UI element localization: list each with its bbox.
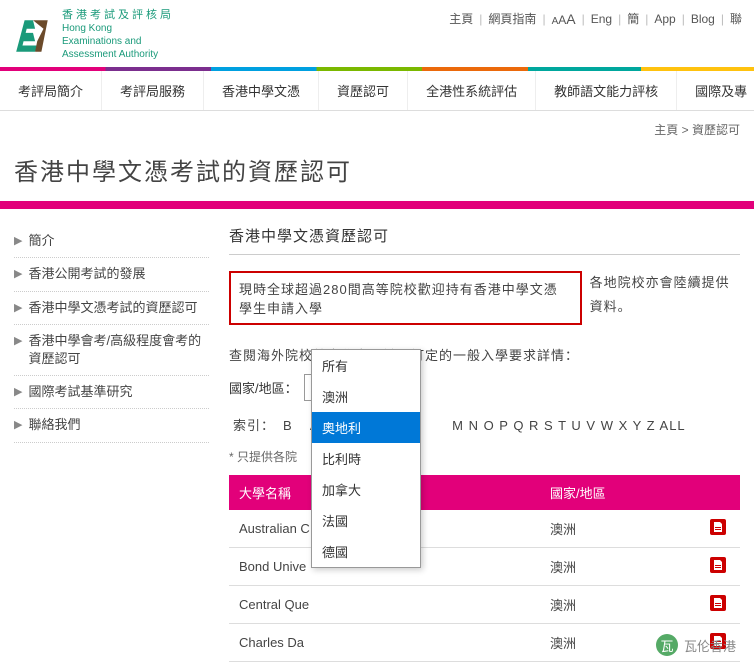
dropdown-option[interactable]: 加拿大	[312, 474, 420, 505]
alpha-index: 索引：B A M N O P Q R S T U V W X Y Z ALL	[229, 415, 740, 434]
watermark: 瓦 瓦伦香港	[656, 634, 736, 656]
dropdown-option[interactable]: 比利時	[312, 443, 420, 474]
country-dropdown-list: 所有澳洲奧地利比利時加拿大法國德國	[311, 349, 421, 568]
table-row: Australian C澳洲	[229, 510, 740, 548]
pdf-icon	[710, 595, 726, 611]
chevron-right-icon: ▶	[14, 234, 22, 249]
notice-suffix: 各地院校亦會陸續提供資料。	[590, 271, 740, 318]
cell-pdf[interactable]	[700, 510, 740, 548]
col-pdf	[700, 475, 740, 510]
sidebar-item-2[interactable]: ▶香港中學文憑考試的資歷認可	[14, 292, 209, 325]
link-home[interactable]: 主頁	[449, 10, 473, 27]
index-rest[interactable]: M N O P Q R S T U V W X Y Z ALL	[452, 418, 686, 433]
highlight-notice: 現時全球超過280間高等院校歡迎持有香港中學文憑學生申請入學	[229, 271, 582, 325]
nav-item-1[interactable]: 考評局服務	[102, 71, 204, 110]
filter-label: 國家/地區：	[229, 378, 298, 397]
section-title: 香港中學文憑資歷認可	[229, 225, 740, 255]
cell-region: 澳洲	[540, 586, 700, 624]
table-note: * 只提供各院	[229, 448, 740, 465]
header: 香港考試及評核局 Hong Kong Examinations and Asse…	[0, 0, 754, 67]
watermark-icon: 瓦	[656, 634, 678, 656]
dropdown-option[interactable]: 奧地利	[312, 412, 420, 443]
main-content: 香港中學文憑資歷認可 現時全球超過280間高等院校歡迎持有香港中學文憑學生申請入…	[229, 225, 740, 662]
chevron-right-icon: ▶	[14, 267, 22, 282]
link-blog[interactable]: Blog	[691, 12, 715, 26]
cell-pdf[interactable]	[700, 586, 740, 624]
sidebar-item-1[interactable]: ▶香港公開考試的發展	[14, 258, 209, 291]
dropdown-option[interactable]: 澳洲	[312, 381, 420, 412]
nav-item-4[interactable]: 全港性系統評估	[408, 71, 536, 110]
nav-item-3[interactable]: 資歷認可	[319, 71, 408, 110]
sidebar-item-4[interactable]: ▶國際考試基準研究	[14, 376, 209, 409]
chevron-right-icon: ▶	[14, 385, 22, 400]
cell-region: 澳洲	[540, 510, 700, 548]
col-region: 國家/地區	[540, 475, 700, 510]
logo-icon	[12, 14, 54, 56]
org-name: 香港考試及評核局 Hong Kong Examinations and Asse…	[62, 8, 174, 61]
nav-item-6[interactable]: 國際及專	[677, 71, 754, 110]
sidebar-item-5[interactable]: ▶聯絡我們	[14, 409, 209, 442]
nav-item-2[interactable]: 香港中學文憑	[204, 71, 319, 110]
title-accent-bar	[0, 201, 754, 209]
chevron-right-icon: ▶	[14, 334, 22, 349]
nav-item-5[interactable]: 教師語文能力評核	[536, 71, 677, 110]
table-row: Central Que澳洲	[229, 586, 740, 624]
top-utility-links: 主頁| 網頁指南| AAA| Eng| 簡| App| Blog| 聯	[449, 8, 742, 27]
nav-item-0[interactable]: 考評局簡介	[0, 71, 102, 110]
breadcrumb-home[interactable]: 主頁	[654, 123, 678, 137]
dropdown-option[interactable]: 所有	[312, 350, 420, 381]
font-size-control[interactable]: AAA	[552, 11, 576, 27]
sidebar: ▶簡介 ▶香港公開考試的發展 ▶香港中學文憑考試的資歷認可 ▶香港中學會考/高級…	[14, 225, 209, 662]
cell-name[interactable]: Charles Da	[229, 624, 540, 662]
breadcrumb-current: 資歷認可	[692, 123, 740, 137]
cell-pdf[interactable]	[700, 548, 740, 586]
table-row: Bond Unive澳洲	[229, 548, 740, 586]
link-simplified[interactable]: 簡	[627, 10, 639, 27]
dropdown-option[interactable]: 法國	[312, 505, 420, 536]
sidebar-item-3[interactable]: ▶香港中學會考/高級程度會考的資歷認可	[14, 325, 209, 376]
link-more[interactable]: 聯	[730, 10, 742, 27]
cell-region: 澳洲	[540, 548, 700, 586]
index-b[interactable]: B	[283, 418, 293, 433]
logo[interactable]: 香港考試及評核局 Hong Kong Examinations and Asse…	[12, 8, 174, 61]
sidebar-item-0[interactable]: ▶簡介	[14, 225, 209, 258]
main-nav: 考評局簡介 考評局服務 香港中學文憑 資歷認可 全港性系統評估 教師語文能力評核…	[0, 71, 754, 111]
chevron-right-icon: ▶	[14, 418, 22, 433]
filter-intro: 查閱海外院校就中學文憑試而訂定的一般入學要求詳情：	[229, 345, 740, 364]
breadcrumb: 主頁 > 資歷認可	[0, 111, 754, 144]
page-title: 香港中學文憑考試的資歷認可	[0, 144, 754, 201]
chevron-right-icon: ▶	[14, 301, 22, 316]
link-sitemap[interactable]: 網頁指南	[488, 10, 536, 27]
dropdown-option[interactable]: 德國	[312, 536, 420, 567]
link-app[interactable]: App	[654, 12, 675, 26]
link-eng[interactable]: Eng	[591, 12, 612, 26]
pdf-icon	[710, 557, 726, 573]
cell-name[interactable]: Central Que	[229, 586, 540, 624]
pdf-icon	[710, 519, 726, 535]
